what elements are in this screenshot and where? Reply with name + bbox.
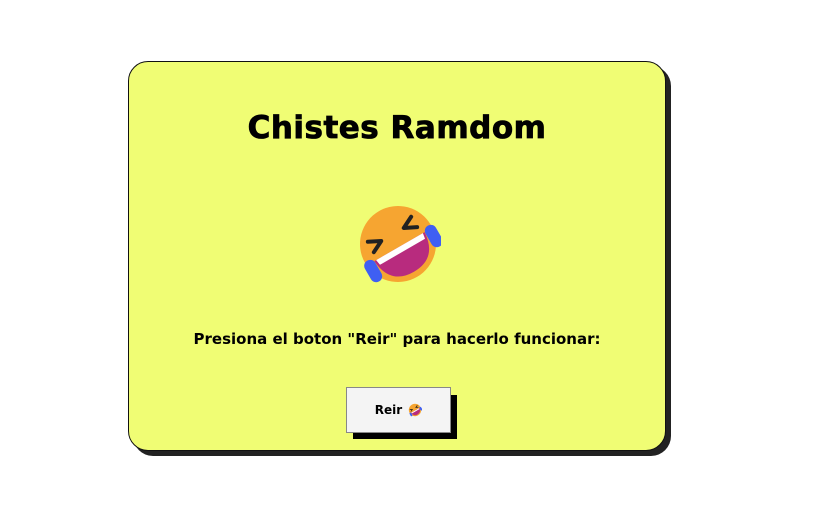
laugh-button[interactable]: Reir xyxy=(346,387,451,433)
rolling-on-floor-laughing-icon xyxy=(355,201,443,287)
instruction-text: Presiona el boton "Reir" para hacerlo fu… xyxy=(193,330,601,348)
page-title: Chistes Ramdom xyxy=(247,110,547,147)
joke-card: Chistes Ramdom Presiona el boton "Reir" … xyxy=(128,61,666,451)
laugh-button-label: Reir xyxy=(374,403,403,417)
rolling-on-floor-laughing-icon xyxy=(408,403,423,417)
